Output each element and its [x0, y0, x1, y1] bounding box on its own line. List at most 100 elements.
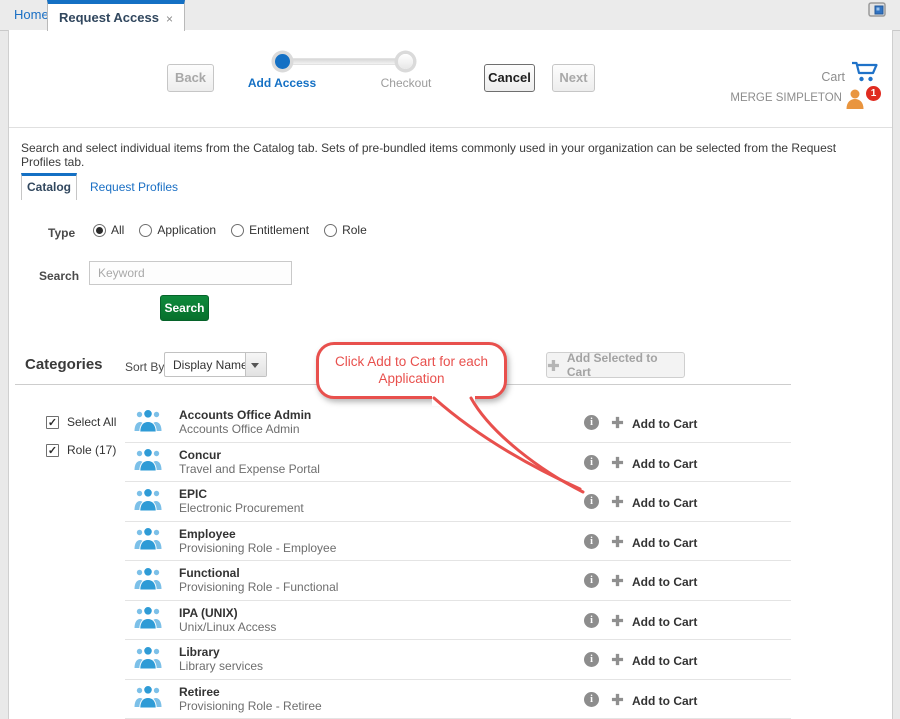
- step-add-access-dot: [275, 54, 290, 69]
- select-all-row: ✓ Select All: [46, 415, 116, 429]
- logged-in-user: MERGE SIMPLETON: [730, 92, 842, 104]
- type-label: Type: [48, 226, 75, 240]
- tab-catalog[interactable]: Catalog: [21, 173, 77, 200]
- item-text: Employee Provisioning Role - Employee: [179, 527, 336, 555]
- radio-option-entitlement[interactable]: Entitlement: [231, 223, 309, 237]
- info-icon[interactable]: i: [584, 573, 599, 588]
- next-button[interactable]: Next: [552, 64, 595, 92]
- search-input[interactable]: [89, 261, 292, 285]
- info-icon[interactable]: i: [584, 692, 599, 707]
- tab-request-profiles[interactable]: Request Profiles: [90, 180, 178, 194]
- item-text: EPIC Electronic Procurement: [179, 487, 304, 515]
- item-text: Library Library services: [179, 645, 263, 673]
- plus-icon[interactable]: [611, 456, 624, 474]
- application-group-icon: [134, 684, 162, 713]
- application-group-icon: [134, 408, 162, 437]
- item-subtitle: Provisioning Role - Employee: [179, 541, 336, 555]
- radio-option-all[interactable]: All: [93, 223, 124, 237]
- add-to-cart-link[interactable]: Add to Cart: [632, 457, 697, 471]
- item-text: IPA (UNIX) Unix/Linux Access: [179, 606, 276, 634]
- add-to-cart-link[interactable]: Add to Cart: [632, 496, 697, 510]
- application-group-icon: [134, 605, 162, 634]
- role-checkbox[interactable]: ✓: [46, 444, 59, 457]
- add-to-cart-link[interactable]: Add to Cart: [632, 615, 697, 629]
- plus-icon[interactable]: [611, 495, 624, 513]
- plus-icon[interactable]: [611, 416, 624, 434]
- add-to-cart-link[interactable]: Add to Cart: [632, 536, 697, 550]
- radio-application[interactable]: [139, 224, 152, 237]
- info-icon[interactable]: i: [584, 534, 599, 549]
- cancel-button[interactable]: Cancel: [484, 64, 535, 92]
- item-title: Functional: [179, 566, 338, 580]
- radio-all[interactable]: [93, 224, 106, 237]
- cart-label[interactable]: Cart: [821, 70, 845, 84]
- annotation-text: Click Add to Cart for each Application: [319, 345, 504, 387]
- add-selected-to-cart-button[interactable]: Add Selected to Cart: [546, 352, 685, 378]
- select-all-label: Select All: [67, 415, 116, 429]
- application-group-icon: [134, 526, 162, 555]
- item-title: Accounts Office Admin: [179, 408, 311, 422]
- plus-icon[interactable]: [611, 574, 624, 592]
- info-icon[interactable]: i: [584, 613, 599, 628]
- sort-by-label: Sort By: [125, 360, 164, 374]
- item-subtitle: Travel and Expense Portal: [179, 462, 320, 476]
- top-tab-bar: Home Request Access ×: [0, 0, 900, 31]
- add-to-cart-link[interactable]: Add to Cart: [632, 417, 697, 431]
- stepper-track: [287, 58, 401, 65]
- main-panel: Back Add Access Checkout Cancel Next Car…: [8, 30, 893, 719]
- sort-by-dropdown[interactable]: Display Name: [164, 352, 267, 377]
- item-title: Concur: [179, 448, 320, 462]
- item-title: EPIC: [179, 487, 304, 501]
- item-subtitle: Accounts Office Admin: [179, 422, 311, 436]
- item-text: Functional Provisioning Role - Functiona…: [179, 566, 338, 594]
- select-all-checkbox[interactable]: ✓: [46, 416, 59, 429]
- catalog-item-row: Retiree Provisioning Role - Retiree i Ad…: [125, 680, 791, 719]
- catalog-item-row: IPA (UNIX) Unix/Linux Access i Add to Ca…: [125, 601, 791, 641]
- radio-role-label: Role: [342, 223, 367, 237]
- annotation-arrow: [409, 390, 599, 502]
- application-group-icon: [134, 487, 162, 516]
- close-tab-icon[interactable]: ×: [166, 12, 173, 26]
- add-to-cart-link[interactable]: Add to Cart: [632, 654, 697, 668]
- plus-icon[interactable]: [611, 653, 624, 671]
- application-group-icon: [134, 447, 162, 476]
- radio-application-label: Application: [157, 223, 216, 237]
- info-icon[interactable]: i: [584, 652, 599, 667]
- radio-all-label: All: [111, 223, 124, 237]
- intro-text: Search and select individual items from …: [21, 141, 876, 169]
- add-to-cart-link[interactable]: Add to Cart: [632, 575, 697, 589]
- shopping-cart-icon[interactable]: [849, 60, 879, 88]
- add-to-cart-link[interactable]: Add to Cart: [632, 694, 697, 708]
- plus-icon[interactable]: [611, 614, 624, 632]
- user-person-icon[interactable]: [845, 88, 865, 115]
- item-text: Retiree Provisioning Role - Retiree: [179, 685, 322, 713]
- step-add-access-label: Add Access: [227, 76, 337, 90]
- item-subtitle: Unix/Linux Access: [179, 620, 276, 634]
- dropdown-arrow-button[interactable]: [245, 353, 266, 376]
- radio-entitlement-label: Entitlement: [249, 223, 309, 237]
- item-subtitle: Provisioning Role - Functional: [179, 580, 338, 594]
- radio-option-application[interactable]: Application: [139, 223, 216, 237]
- tab-request-access[interactable]: Request Access ×: [47, 0, 185, 31]
- item-title: Employee: [179, 527, 336, 541]
- cart-count-badge: 1: [865, 85, 882, 102]
- plus-icon[interactable]: [611, 693, 624, 711]
- radio-entitlement[interactable]: [231, 224, 244, 237]
- search-button[interactable]: Search: [160, 295, 209, 321]
- item-subtitle: Library services: [179, 659, 263, 673]
- item-text: Accounts Office Admin Accounts Office Ad…: [179, 408, 311, 436]
- back-button[interactable]: Back: [167, 64, 214, 92]
- sort-by-value: Display Name: [173, 358, 248, 372]
- plus-icon: [547, 359, 560, 372]
- accessibility-monitor-icon[interactable]: [868, 2, 887, 24]
- add-selected-to-cart-label: Add Selected to Cart: [567, 351, 684, 379]
- radio-role[interactable]: [324, 224, 337, 237]
- radio-option-role[interactable]: Role: [324, 223, 367, 237]
- role-filter-row: ✓ Role (17): [46, 443, 116, 457]
- item-subtitle: Provisioning Role - Retiree: [179, 699, 322, 713]
- tab-request-access-label: Request Access: [59, 10, 159, 25]
- plus-icon[interactable]: [611, 535, 624, 553]
- role-filter-label: Role (17): [67, 443, 116, 457]
- item-text: Concur Travel and Expense Portal: [179, 448, 320, 476]
- step-checkout-dot: [398, 54, 413, 69]
